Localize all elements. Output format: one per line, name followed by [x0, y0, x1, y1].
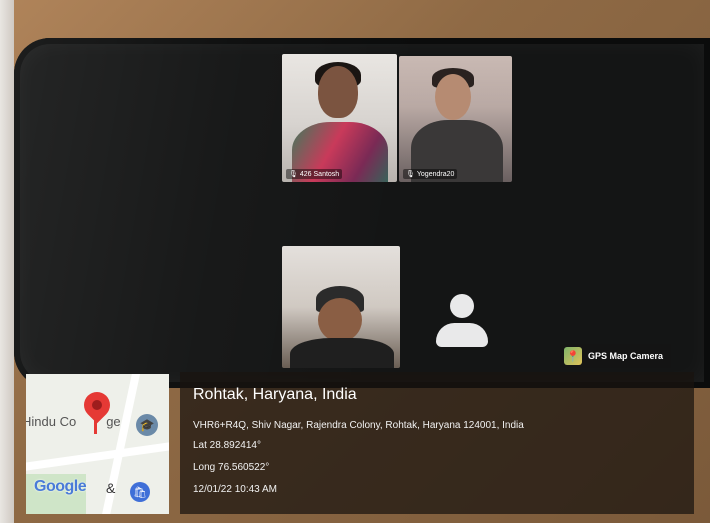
- gps-map-camera-badge: 📍 GPS Map Camera: [560, 344, 672, 368]
- timestamp-text: 12/01/22 10:43 AM: [193, 484, 277, 495]
- background-edge: [0, 0, 14, 523]
- latitude-text: Lat 28.892414°: [193, 440, 261, 451]
- participant-name-label: 🎙 426 Santosh: [286, 169, 343, 179]
- gps-app-name: GPS Map Camera: [588, 351, 664, 361]
- mic-icon: 🎙: [289, 171, 298, 178]
- longitude-text: Long 76.560522°: [193, 462, 270, 473]
- google-logo: Google: [34, 478, 87, 495]
- avatar-placeholder-icon: [430, 290, 494, 360]
- mic-icon: 🎙: [406, 171, 415, 178]
- map-thumbnail: Hindu Co ge 🎓 Google & 🛍: [26, 374, 169, 514]
- video-tile-participant-2[interactable]: 🎙 Yogendra20: [399, 56, 512, 182]
- graduation-cap-icon: 🎓: [136, 414, 158, 436]
- shopping-bag-icon: 🛍: [130, 482, 150, 502]
- participant-name-label: 🎙 Yogendra20: [403, 169, 458, 179]
- map-place-label: Hindu Co ge: [26, 414, 121, 429]
- address-text: VHR6+R4Q, Shiv Nagar, Rajendra Colony, R…: [193, 420, 524, 431]
- location-title: Rohtak, Haryana, India: [193, 386, 357, 403]
- gps-map-camera-icon: 📍: [564, 347, 582, 365]
- video-tile-participant-1[interactable]: 🎙 426 Santosh: [282, 54, 397, 182]
- video-tile-participant-3[interactable]: [282, 246, 400, 368]
- location-info-bar: Rohtak, Haryana, India VHR6+R4Q, Shiv Na…: [180, 372, 694, 514]
